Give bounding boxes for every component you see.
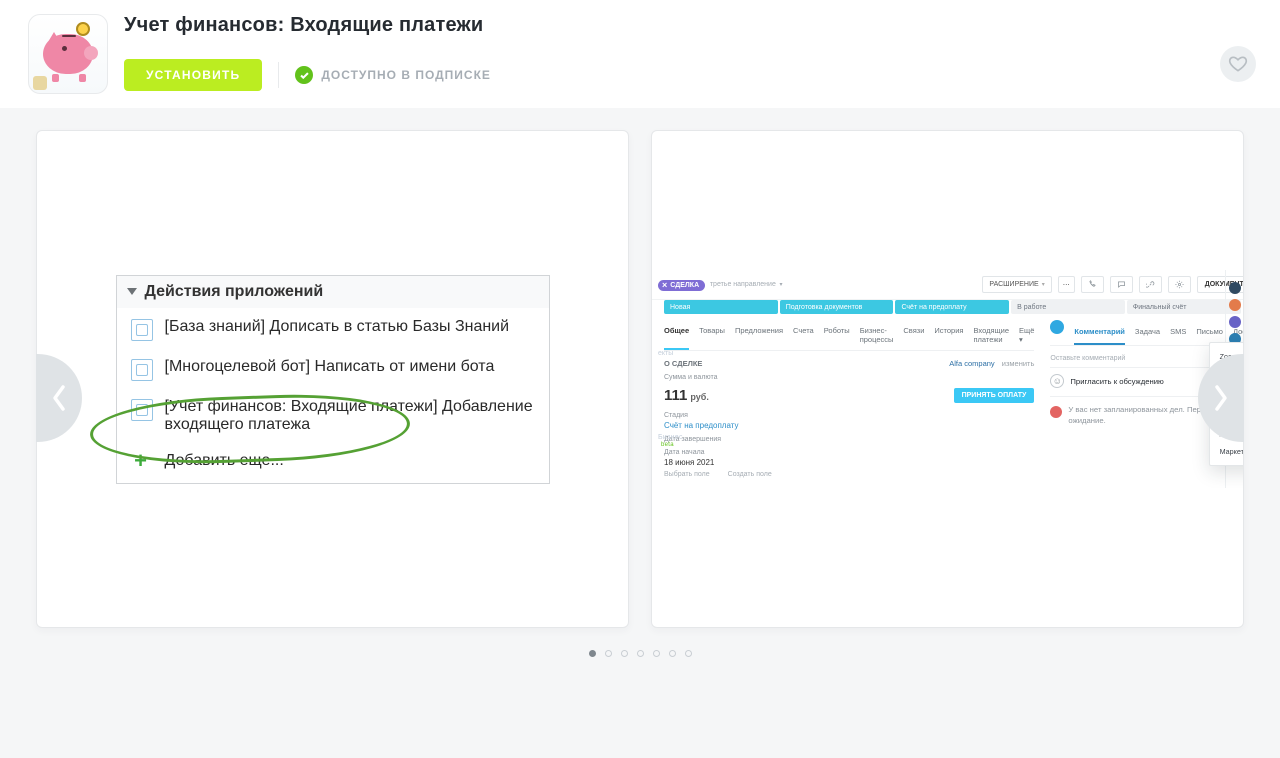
- app-header: Учет финансов: Входящие платежи УСТАНОВИ…: [0, 0, 1280, 108]
- avatar[interactable]: [1229, 282, 1241, 294]
- action-item[interactable]: [База знаний] Дописать в статью Базы Зна…: [117, 308, 549, 348]
- tab[interactable]: Роботы: [824, 320, 850, 350]
- gear-button[interactable]: [1168, 276, 1191, 293]
- about-deal-label: О СДЕЛКЕ: [664, 359, 702, 368]
- link-button[interactable]: [1139, 276, 1162, 293]
- chevron-right-icon: [1213, 384, 1229, 412]
- sum-label: Сумма и валюта: [664, 374, 1034, 381]
- close-date-label: Дата завершения: [664, 436, 1034, 443]
- tab[interactable]: Письмо: [1196, 321, 1223, 343]
- tab[interactable]: История: [934, 320, 963, 350]
- chat-button[interactable]: [1110, 276, 1133, 293]
- app-action-icon: [131, 319, 153, 341]
- deal-amount: 111руб.: [664, 387, 709, 404]
- app-action-icon: [131, 399, 153, 421]
- add-more-label: Добавить еще...: [165, 452, 284, 470]
- dot[interactable]: [589, 650, 596, 657]
- action-label: [Учет финансов: Входящие платежи] Добавл…: [165, 398, 535, 434]
- pagination-dots: [36, 650, 1244, 657]
- dot[interactable]: [669, 650, 676, 657]
- tab[interactable]: Задача: [1135, 321, 1160, 343]
- user-icon: ☺: [1050, 374, 1064, 388]
- action-label: [Многоцелевой бот] Написать от имени бот…: [165, 358, 495, 376]
- tab[interactable]: SMS: [1170, 321, 1186, 343]
- invite-label: Пригласить к обсуждению: [1070, 377, 1163, 386]
- gallery: Действия приложений [База знаний] Дописа…: [0, 108, 1280, 687]
- start-date-label: Дата начала: [664, 449, 1034, 456]
- stage-value[interactable]: Счёт на предоплату: [664, 421, 1034, 430]
- tab[interactable]: Входящие платежи: [973, 320, 1009, 350]
- stage[interactable]: Новая: [664, 300, 778, 314]
- action-label: [База знаний] Дописать в статью Базы Зна…: [165, 318, 510, 336]
- favorite-button[interactable]: [1220, 46, 1256, 82]
- deal-pill[interactable]: × СДЕЛКА: [658, 280, 705, 291]
- stage[interactable]: Счёт на предоплату: [895, 300, 1009, 314]
- tab[interactable]: Товары: [699, 320, 725, 350]
- side-item-label: Бизнес: [658, 434, 683, 441]
- action-item-highlighted[interactable]: [Учет финансов: Входящие платежи] Добавл…: [117, 388, 549, 441]
- dot[interactable]: [621, 650, 628, 657]
- slide-1: Действия приложений [База знаний] Дописа…: [36, 130, 629, 628]
- change-link[interactable]: изменить: [1002, 359, 1035, 368]
- comment-placeholder: Оставьте комментарий: [1050, 355, 1125, 362]
- availability-text: ДОСТУПНО В ПОДПИСКЕ: [321, 68, 491, 82]
- actions-panel-header[interactable]: Действия приложений: [116, 275, 550, 308]
- avatar[interactable]: [1229, 299, 1241, 311]
- deal-direction[interactable]: третье направление ▾: [710, 281, 783, 288]
- create-field[interactable]: Создать поле: [728, 471, 772, 478]
- install-button[interactable]: УСТАНОВИТЬ: [124, 59, 262, 91]
- avatar[interactable]: [1229, 316, 1241, 328]
- action-item[interactable]: [Многоцелевой бот] Написать от имени бот…: [117, 348, 549, 388]
- phone-button[interactable]: [1081, 276, 1104, 293]
- stage-label: Стадия: [664, 412, 1034, 419]
- accept-payment-button[interactable]: ПРИНЯТЬ ОПЛАТУ: [954, 388, 1035, 403]
- close-icon[interactable]: ×: [662, 282, 667, 289]
- app-icon: [28, 14, 108, 94]
- crm-topbar: тест ☆ третье направление ▾ РАСШИРЕНИЕ▾ …: [652, 270, 1244, 300]
- tab[interactable]: Счета: [793, 320, 814, 350]
- actions-list: [База знаний] Дописать в статью Базы Зна…: [116, 308, 550, 484]
- dot[interactable]: [685, 650, 692, 657]
- menu-item[interactable]: Маркет: [1210, 442, 1244, 461]
- slide-2: × СДЕЛКА екты Бизнес beta тест ☆ третье …: [651, 130, 1244, 628]
- stage[interactable]: Подготовка документов: [780, 300, 894, 314]
- availability-badge: ДОСТУПНО В ПОДПИСКЕ: [295, 66, 491, 84]
- actions-panel-title: Действия приложений: [145, 283, 324, 301]
- check-icon: [295, 66, 313, 84]
- deal-tabs: Общее Товары Предложения Счета Роботы Би…: [664, 320, 1034, 351]
- tab[interactable]: Общее: [664, 320, 689, 350]
- dot[interactable]: [653, 650, 660, 657]
- pick-field[interactable]: Выбрать поле: [664, 471, 710, 478]
- separator: [278, 62, 279, 88]
- chevron-left-icon: [51, 384, 67, 412]
- bot-mini-icon: [33, 76, 47, 90]
- stage[interactable]: Финальный счёт: [1127, 300, 1241, 314]
- tab[interactable]: Бизнес-процессы: [860, 320, 894, 350]
- tab[interactable]: Комментарий: [1074, 321, 1125, 345]
- stage[interactable]: В работе: [1011, 300, 1125, 314]
- side-item: екты: [658, 350, 673, 357]
- piggy-icon: [40, 28, 96, 80]
- avatar-icon: [1050, 320, 1064, 334]
- tabs-more[interactable]: Ещё ▾: [1019, 320, 1034, 350]
- stage-bar: Новая Подготовка документов Счёт на пред…: [652, 300, 1244, 320]
- company-link[interactable]: Alfa company: [949, 359, 994, 368]
- heart-icon: [1228, 54, 1248, 74]
- date-value: 18 июня 2021: [664, 458, 1034, 467]
- app-action-icon: [131, 359, 153, 381]
- dot[interactable]: [605, 650, 612, 657]
- plus-icon: +: [131, 451, 151, 471]
- alert-icon: [1050, 406, 1062, 418]
- beta-badge: beta: [661, 442, 674, 448]
- toolbar-more[interactable]: ⋯: [1058, 276, 1075, 293]
- dot[interactable]: [637, 650, 644, 657]
- chevron-down-icon: [127, 288, 137, 295]
- add-more-action[interactable]: + Добавить еще...: [117, 441, 549, 483]
- expand-chip[interactable]: РАСШИРЕНИЕ▾: [982, 276, 1051, 293]
- tab[interactable]: Предложения: [735, 320, 783, 350]
- tab[interactable]: Связи: [903, 320, 924, 350]
- side-item[interactable]: Бизнес beta: [658, 434, 683, 448]
- deal-pill-label: СДЕЛКА: [670, 282, 699, 289]
- app-title: Учет финансов: Входящие платежи: [124, 14, 1252, 37]
